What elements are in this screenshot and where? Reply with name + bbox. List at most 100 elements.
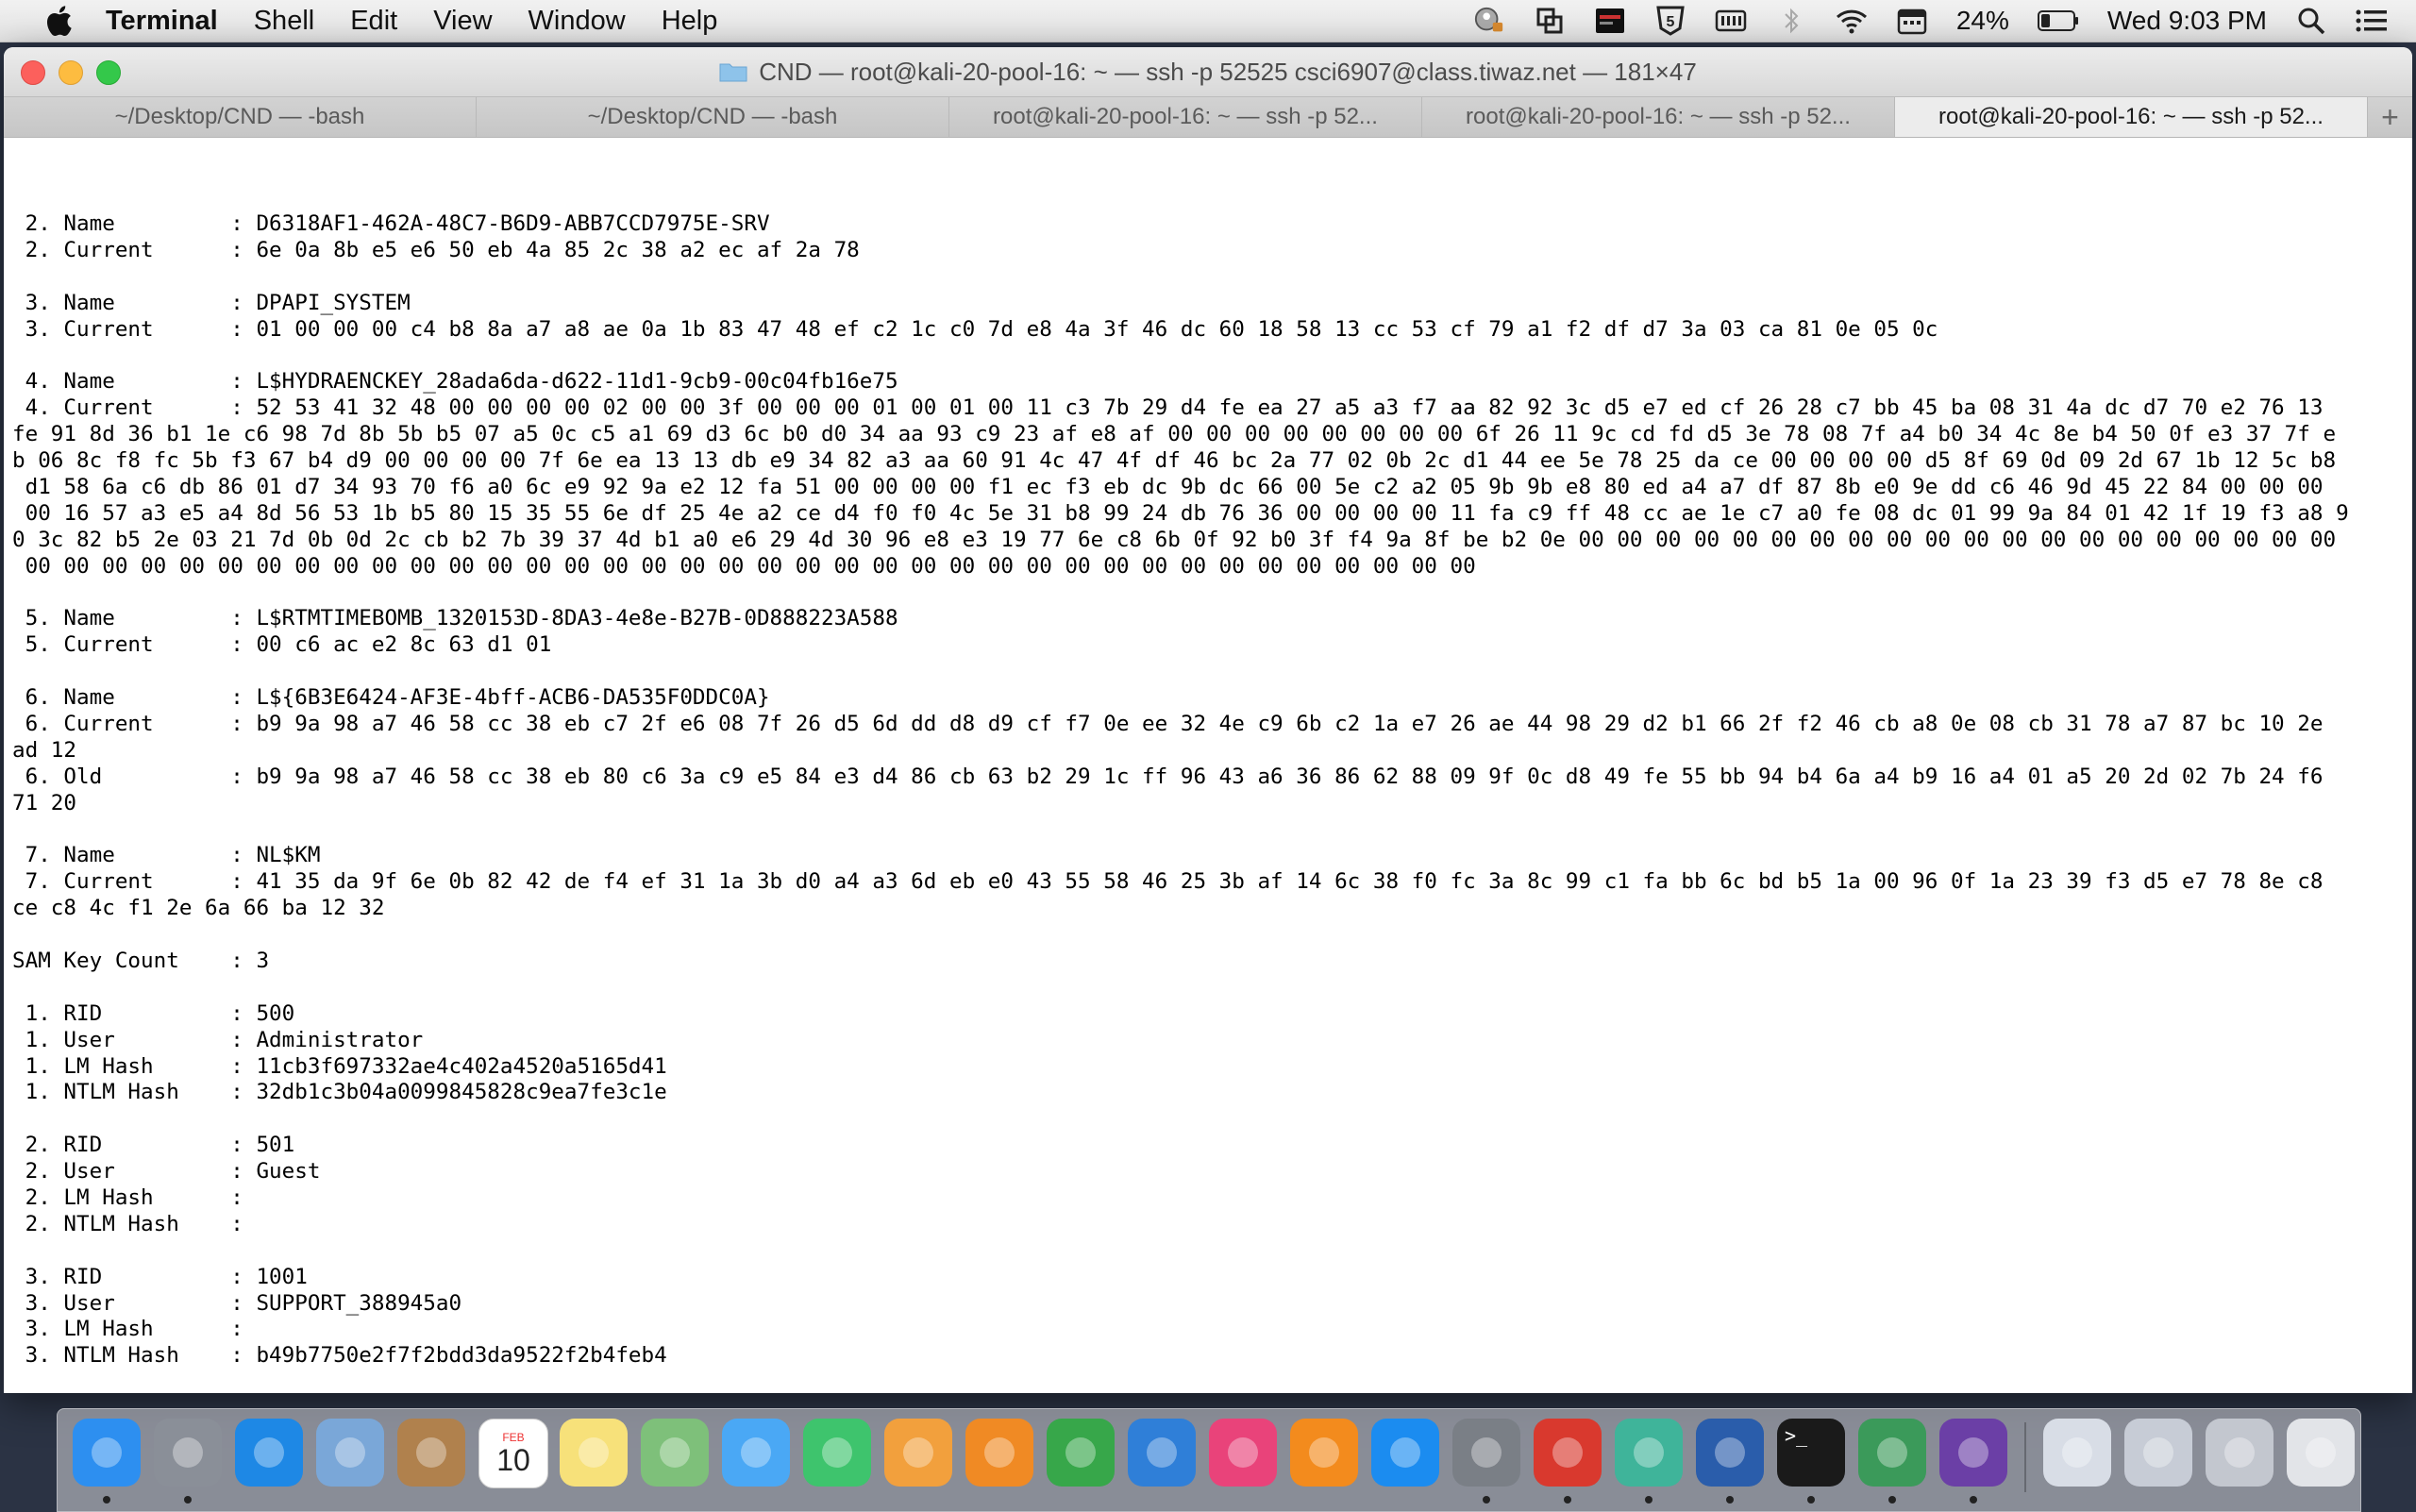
- screen-capture-icon[interactable]: [1534, 5, 1566, 37]
- running-indicator: [1807, 1496, 1815, 1504]
- running-indicator: [1564, 1496, 1571, 1504]
- display-icon[interactable]: [1594, 5, 1626, 37]
- terminal-line: 71 20: [12, 790, 77, 815]
- mail-icon[interactable]: [316, 1419, 384, 1487]
- calendar-month: FEB: [502, 1431, 525, 1444]
- tab-4[interactable]: root@kali-20-pool-16: ~ — ssh -p 52...: [1422, 97, 1895, 137]
- tab-1[interactable]: ~/Desktop/CND — -bash: [4, 97, 477, 137]
- tab-bar: ~/Desktop/CND — -bash ~/Desktop/CND — -b…: [4, 97, 2412, 138]
- terminal-line: 6. Old : b9 9a 98 a7 46 58 cc 38 eb 80 c…: [12, 764, 2324, 789]
- battery-icon[interactable]: [2037, 5, 2079, 37]
- menu-app-terminal[interactable]: Terminal: [106, 6, 218, 37]
- photos-icon[interactable]: [884, 1419, 952, 1487]
- notes-icon[interactable]: [560, 1419, 628, 1487]
- avatar-lock-icon[interactable]: [1473, 5, 1505, 37]
- keynote-icon[interactable]: [1128, 1419, 1196, 1487]
- finder-icon[interactable]: [73, 1419, 141, 1487]
- menu-view[interactable]: View: [433, 6, 492, 37]
- terminal-line: 5. Current : 00 c6 ac e2 8c 63 d1 01: [12, 632, 552, 658]
- terminal-line: 00 16 57 a3 e5 a4 8d 56 53 1b b5 80 15 3…: [12, 500, 2349, 526]
- spotlight-search-icon[interactable]: [2295, 5, 2327, 37]
- menu-edit[interactable]: Edit: [350, 6, 397, 37]
- running-indicator: [1483, 1496, 1490, 1504]
- close-window-button[interactable]: [21, 60, 45, 85]
- memory-icon[interactable]: [1715, 5, 1747, 37]
- terminal-line: 3. User : SUPPORT_388945a0: [12, 1290, 462, 1316]
- s5-icon[interactable]: 5: [1654, 5, 1686, 37]
- app-store-icon[interactable]: [1371, 1419, 1439, 1487]
- documents-folder-icon[interactable]: [2043, 1419, 2111, 1487]
- terminal-content[interactable]: 2. Name : D6318AF1-462A-48C7-B6D9-ABB7CC…: [4, 138, 2412, 1393]
- calendar-icon[interactable]: [1896, 5, 1928, 37]
- terminal-line: SAM Key Count : 3: [12, 948, 270, 973]
- facetime-icon[interactable]: [803, 1419, 871, 1487]
- running-indicator: [1888, 1496, 1896, 1504]
- numbers-icon[interactable]: [1047, 1419, 1115, 1487]
- desktop-stack-icon[interactable]: [2206, 1419, 2273, 1487]
- terminal-line: 3. LM Hash :: [12, 1317, 243, 1342]
- running-indicator: [103, 1496, 110, 1504]
- zoom-window-button[interactable]: [96, 60, 121, 85]
- terminal-icon[interactable]: >_: [1777, 1419, 1845, 1487]
- menu-window[interactable]: Window: [528, 6, 626, 37]
- tab-3[interactable]: root@kali-20-pool-16: ~ — ssh -p 52...: [949, 97, 1422, 137]
- folder-icon: [719, 63, 747, 82]
- terminal-line: 3. RID : 1001: [12, 1264, 308, 1289]
- terminal-line: 7. Name : NL$KM: [12, 843, 321, 868]
- terminal-line: 00 00 00 00 00 00 00 00 00 00 00 00 00 0…: [12, 553, 1476, 579]
- visual-studio-icon[interactable]: [1939, 1419, 2007, 1487]
- ibooks-icon[interactable]: [1290, 1419, 1358, 1487]
- trash-icon[interactable]: [2287, 1419, 2355, 1487]
- safari-icon[interactable]: [235, 1419, 303, 1487]
- downloads-stack-icon[interactable]: [2124, 1419, 2192, 1487]
- menu-help[interactable]: Help: [662, 6, 718, 37]
- terminal-line: 0 3c 82 b5 2e 03 21 7d 0b 0d 2c cb b2 7b…: [12, 527, 2337, 552]
- terminal-line: 2. Current : 6e 0a 8b e5 e6 50 eb 4a 85 …: [12, 237, 860, 262]
- terminal-line: 1. User : Administrator: [12, 1027, 424, 1052]
- slack-icon[interactable]: [1615, 1419, 1683, 1487]
- terminal-line: ce c8 4c f1 2e 6a 66 ba 12 32: [12, 896, 385, 921]
- terminal-line: 5. Name : L$RTMTIMEBOMB_1320153D-8DA3-4e…: [12, 606, 898, 631]
- pages-icon[interactable]: [965, 1419, 1033, 1487]
- terminal-line: 2. RID : 501: [12, 1133, 295, 1158]
- minimize-window-button[interactable]: [59, 60, 83, 85]
- terminal-output: 2. Name : D6318AF1-462A-48C7-B6D9-ABB7CC…: [4, 211, 2409, 1393]
- terminal-line: b 06 8c f8 fc 5b f3 67 b4 d9 00 00 00 00…: [12, 448, 2337, 474]
- svg-text:5: 5: [1666, 14, 1674, 30]
- itunes-icon[interactable]: [1209, 1419, 1277, 1487]
- tab-5-active[interactable]: root@kali-20-pool-16: ~ — ssh -p 52...: [1895, 97, 2368, 137]
- terminal-line: 1. LM Hash : 11cb3f697332ae4c402a4520a51…: [12, 1053, 667, 1079]
- bluetooth-icon[interactable]: [1775, 5, 1807, 37]
- calendar-icon[interactable]: FEB 10: [478, 1419, 548, 1488]
- system-preferences-icon[interactable]: [1452, 1419, 1520, 1487]
- messages-icon[interactable]: [722, 1419, 790, 1487]
- running-indicator: [184, 1496, 192, 1504]
- running-indicator: [1645, 1496, 1653, 1504]
- menu-shell[interactable]: Shell: [254, 6, 315, 37]
- word-icon[interactable]: [1696, 1419, 1764, 1487]
- new-tab-button[interactable]: +: [2368, 97, 2412, 137]
- apple-menu-icon[interactable]: [38, 5, 79, 37]
- terminal-line: 3. NTLM Hash : b49b7750e2f7f2bdd3da9522f…: [12, 1343, 667, 1369]
- wifi-icon[interactable]: [1836, 5, 1868, 37]
- vpn-client-icon[interactable]: [1858, 1419, 1926, 1487]
- launchpad-icon[interactable]: [154, 1419, 222, 1487]
- title-bar[interactable]: CND — root@kali-20-pool-16: ~ — ssh -p 5…: [4, 47, 2412, 97]
- menu-bar: Terminal Shell Edit View Window Help 5 2…: [0, 0, 2416, 42]
- notification-list-icon[interactable]: [2356, 5, 2388, 37]
- terminal-line: 4. Current : 52 53 41 32 48 00 00 00 00 …: [12, 395, 2324, 421]
- maps-icon[interactable]: [641, 1419, 709, 1487]
- tab-2[interactable]: ~/Desktop/CND — -bash: [477, 97, 949, 137]
- running-indicator: [1726, 1496, 1734, 1504]
- terminal-line: 2. User : Guest: [12, 1159, 321, 1184]
- contacts-icon[interactable]: [397, 1419, 465, 1487]
- menu-clock[interactable]: Wed 9:03 PM: [2107, 6, 2267, 36]
- parallels-icon[interactable]: [1534, 1419, 1602, 1487]
- terminal-line: 7. Current : 41 35 da 9f 6e 0b 82 42 de …: [12, 869, 2324, 895]
